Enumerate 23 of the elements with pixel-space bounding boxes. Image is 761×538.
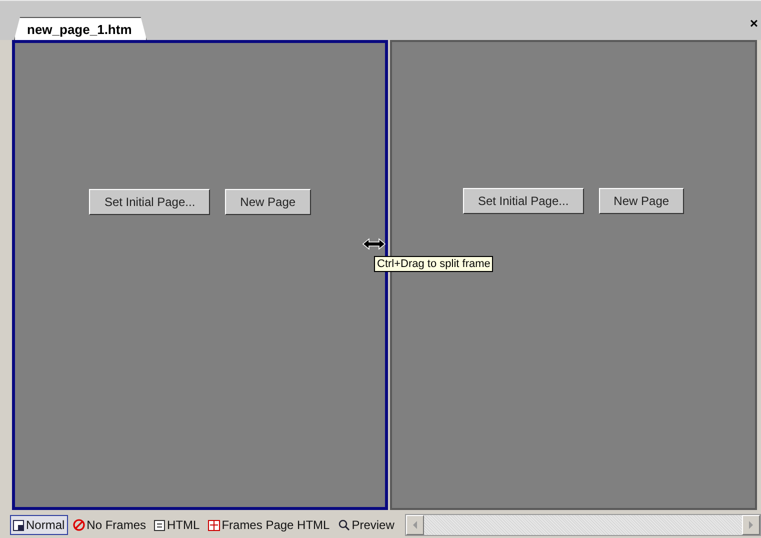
document-tab[interactable]: new_page_1.htm bbox=[14, 17, 147, 40]
frames-icon bbox=[208, 520, 220, 530]
view-tab[interactable]: HTML bbox=[151, 515, 203, 535]
page-icon bbox=[154, 520, 166, 530]
search-icon bbox=[338, 519, 350, 531]
resize-cursor-icon bbox=[362, 238, 386, 250]
view-tab[interactable]: Frames Page HTML bbox=[204, 515, 333, 535]
scroll-right-button[interactable] bbox=[742, 515, 760, 535]
no-entry-icon bbox=[72, 519, 85, 531]
set-initial-page-button[interactable]: Set Initial Page... bbox=[462, 188, 584, 214]
new-page-button[interactable]: New Page bbox=[598, 188, 684, 214]
tooltip: Ctrl+Drag to split frame bbox=[374, 256, 494, 272]
set-initial-page-button[interactable]: Set Initial Page... bbox=[89, 189, 210, 215]
horizontal-scrollbar[interactable] bbox=[405, 514, 761, 536]
right-arrow-icon bbox=[748, 521, 754, 529]
close-button[interactable]: × bbox=[750, 15, 758, 31]
page-icon bbox=[13, 520, 24, 530]
view-tab[interactable]: Preview bbox=[334, 515, 398, 535]
scroll-left-button[interactable] bbox=[406, 515, 424, 535]
view-tab[interactable]: Normal bbox=[10, 515, 68, 535]
new-page-button[interactable]: New Page bbox=[225, 189, 311, 215]
left-arrow-icon bbox=[412, 521, 418, 529]
view-tab[interactable]: No Frames bbox=[70, 515, 150, 535]
